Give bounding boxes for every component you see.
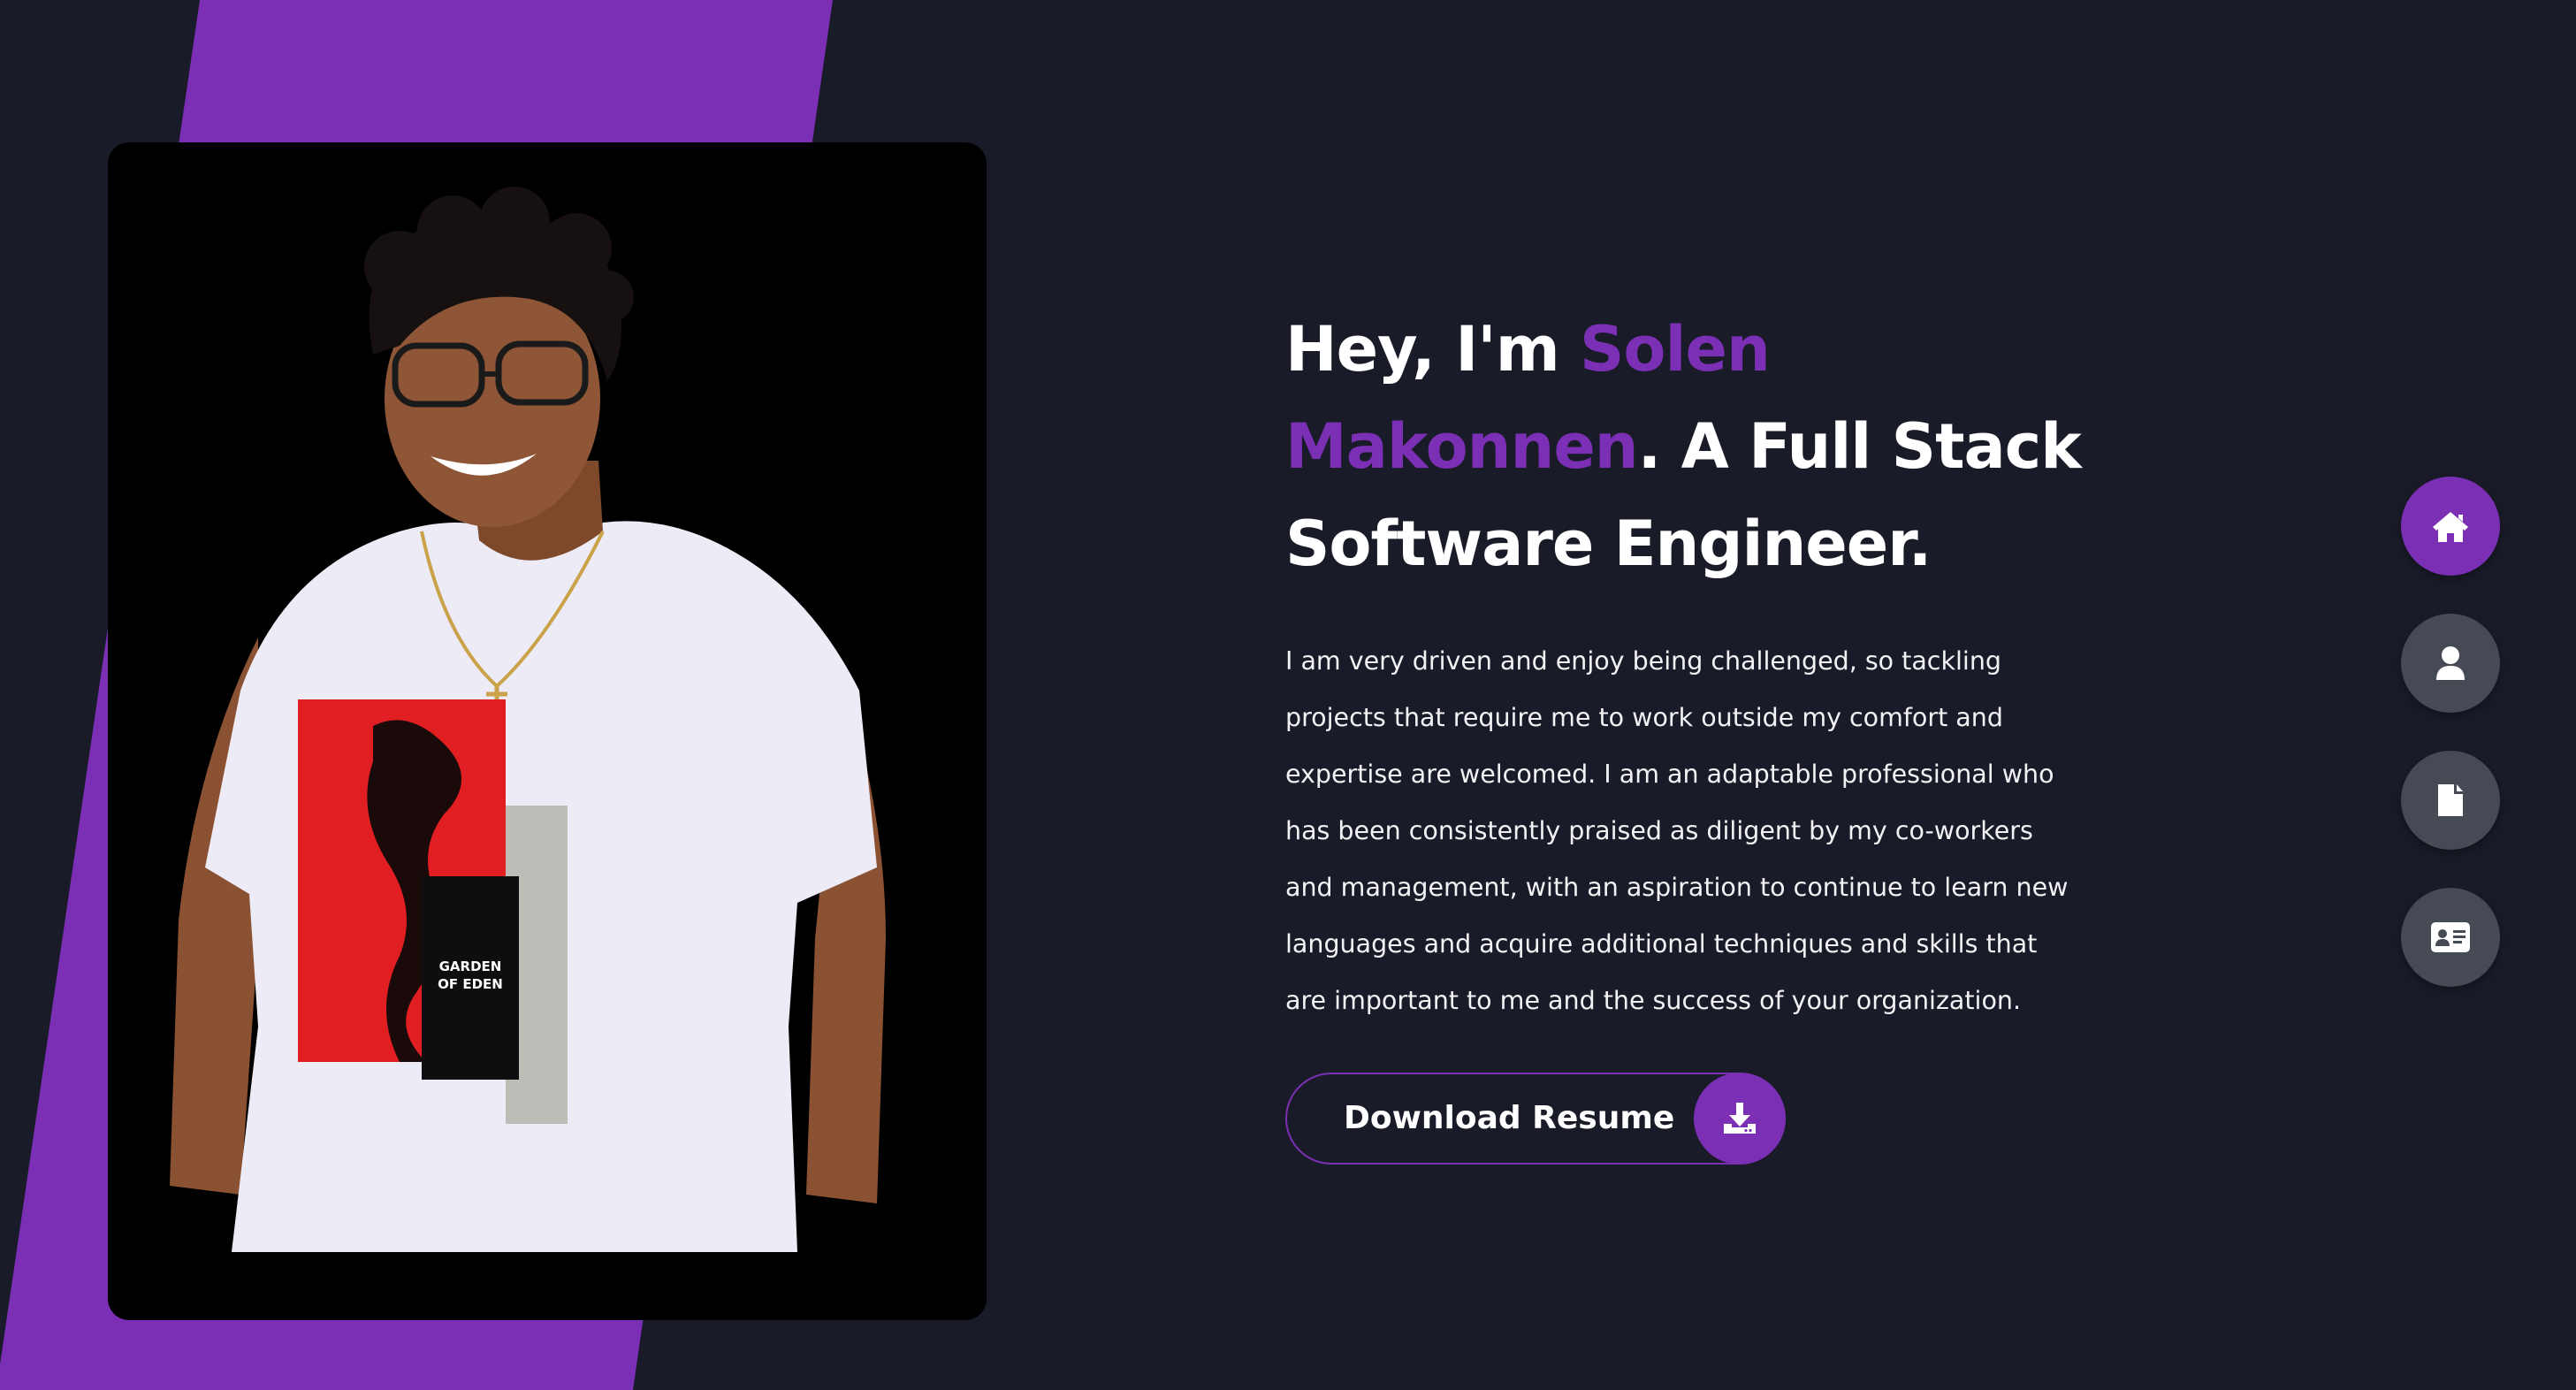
nav-contact-button[interactable] (2401, 888, 2500, 987)
nav-resume-button[interactable] (2401, 751, 2500, 850)
profile-photo: GARDEN OF EDEN (108, 142, 987, 1320)
shirt-text-line1: GARDEN (439, 958, 502, 974)
download-icon-circle (1694, 1073, 1786, 1165)
hero-title: Hey, I'm Solen Makonnen. A Full Stack So… (1285, 301, 2082, 592)
download-icon (1724, 1103, 1756, 1134)
shirt-text-line2: OF EDEN (438, 976, 503, 992)
nav-about-button[interactable] (2401, 614, 2500, 713)
download-resume-button[interactable]: Download Resume (1285, 1073, 1786, 1165)
document-icon (2438, 784, 2463, 816)
hero-description: I am very driven and enjoy being challen… (1285, 646, 2069, 1015)
nav-home-button[interactable] (2401, 477, 2500, 576)
hero-greeting: Hey, I'm (1285, 313, 1581, 386)
portrait-illustration: GARDEN OF EDEN (170, 187, 886, 1252)
user-icon (2436, 646, 2465, 680)
contact-card-icon (2431, 922, 2470, 952)
hero-section: Hey, I'm Solen Makonnen. A Full Stack So… (1285, 301, 2082, 1029)
home-icon (2433, 512, 2468, 542)
download-resume-label: Download Resume (1344, 1100, 1675, 1136)
